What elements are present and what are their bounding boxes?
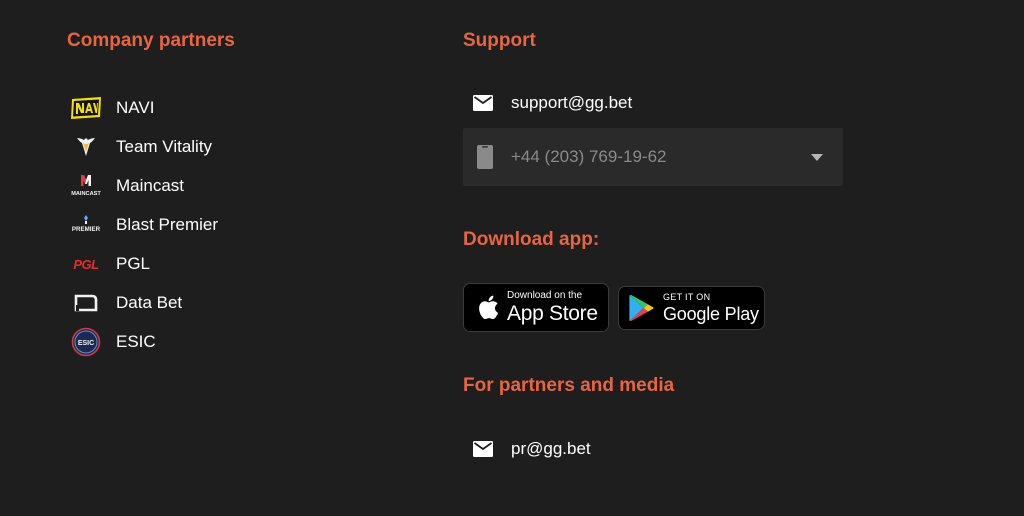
google-play-big-label: Google Play bbox=[663, 304, 759, 324]
phone-select[interactable]: +44 (203) 769-19-62 bbox=[463, 128, 843, 186]
partner-databet[interactable]: Data Bet bbox=[70, 283, 218, 322]
mail-icon bbox=[473, 441, 493, 457]
google-play-small-label: GET IT ON bbox=[663, 292, 711, 302]
vitality-logo-icon bbox=[70, 133, 102, 161]
media-title: For partners and media bbox=[463, 375, 675, 396]
chevron-down-icon[interactable] bbox=[811, 152, 827, 162]
partner-name: NAVI bbox=[116, 97, 155, 117]
google-play-text: GET IT ON Google Play bbox=[663, 292, 759, 324]
partner-name: Team Vitality bbox=[116, 136, 213, 156]
media-email-link[interactable]: pr@gg.bet bbox=[511, 439, 591, 459]
app-store-button[interactable]: Download on the App Store bbox=[463, 283, 609, 332]
support-email-row: support@gg.bet bbox=[463, 85, 843, 121]
footer-contacts: Company partners NAVI Team Vitality MAIN… bbox=[0, 0, 1024, 516]
partner-maincast[interactable]: MAINCAST Maincast bbox=[70, 166, 218, 205]
partner-name: Maincast bbox=[116, 175, 185, 195]
partner-esic[interactable]: ESIC ESIC bbox=[70, 322, 218, 361]
google-play-button[interactable]: GET IT ON Google Play bbox=[618, 286, 765, 330]
partner-name: ESIC bbox=[116, 331, 156, 351]
maincast-logo-icon: MAINCAST bbox=[70, 172, 102, 200]
pgl-logo-icon: PGL bbox=[70, 250, 102, 278]
app-store-small-label: Download on the bbox=[507, 290, 583, 301]
blast-premier-logo-icon: PREMIER bbox=[70, 211, 102, 239]
pgl-logo-text: PGL bbox=[73, 257, 99, 272]
partners-list: NAVI Team Vitality MAINCAST Maincast PRE… bbox=[70, 88, 218, 361]
support-title: Support bbox=[463, 30, 536, 51]
media-email-row: pr@gg.bet bbox=[463, 431, 843, 467]
app-store-big-label: App Store bbox=[507, 302, 598, 325]
maincast-logo-text: MAINCAST bbox=[71, 191, 101, 197]
support-phone: +44 (203) 769-19-62 bbox=[511, 147, 667, 166]
navi-logo-icon bbox=[70, 94, 102, 122]
partner-navi[interactable]: NAVI bbox=[70, 88, 218, 127]
support-email-link[interactable]: support@gg.bet bbox=[511, 93, 632, 113]
esic-logo-icon: ESIC bbox=[70, 327, 102, 356]
partners-title: Company partners bbox=[67, 30, 235, 51]
partner-name: Data Bet bbox=[116, 292, 183, 312]
blast-premier-logo-text: PREMIER bbox=[72, 226, 101, 233]
google-play-icon bbox=[628, 293, 656, 323]
partner-vitality[interactable]: Team Vitality bbox=[70, 127, 218, 166]
partner-name: PGL bbox=[116, 253, 151, 273]
download-title: Download app: bbox=[463, 229, 600, 250]
phone-icon bbox=[477, 144, 497, 170]
mail-icon bbox=[473, 95, 493, 111]
app-store-text: Download on the App Store bbox=[507, 290, 598, 325]
partner-blast-premier[interactable]: PREMIER Blast Premier bbox=[70, 205, 218, 244]
partner-pgl[interactable]: PGL PGL bbox=[70, 244, 218, 283]
esic-logo-text: ESIC bbox=[78, 340, 94, 347]
databet-logo-icon bbox=[70, 289, 102, 317]
partner-name: Blast Premier bbox=[116, 214, 219, 234]
apple-icon bbox=[475, 293, 501, 323]
